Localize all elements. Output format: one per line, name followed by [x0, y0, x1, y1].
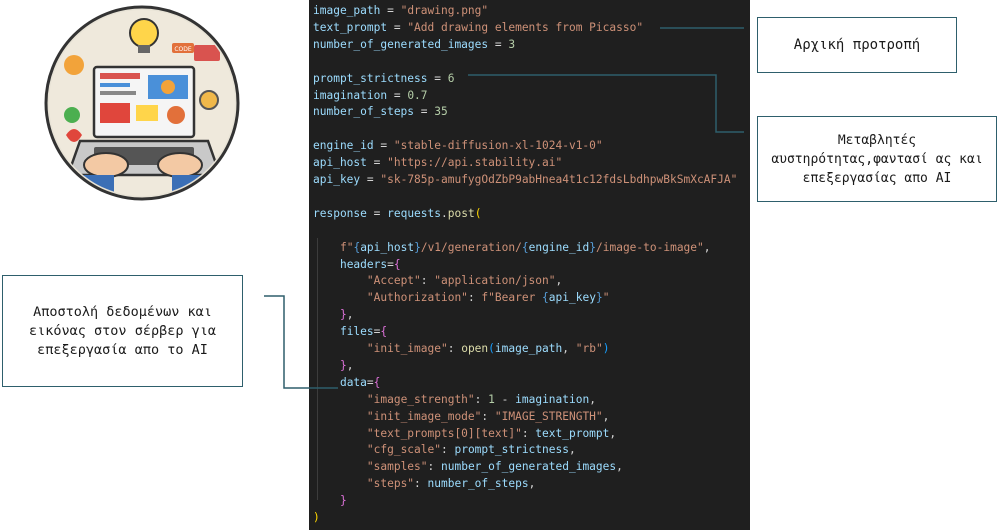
annotation-initial-prompt: Αρχική προτροπή	[757, 17, 957, 73]
annotation-initial-prompt-text: Αρχική προτροπή	[793, 37, 921, 53]
annotation-variables: Μεταβλητές αυστηρότητας,φαντασί ας και ε…	[757, 116, 997, 202]
connector-send-data	[264, 295, 338, 389]
annotation-send-data-text: Αποστολή δεδομένων και εικόνας στον σέρβ…	[29, 303, 216, 358]
annotation-send-data: Αποστολή δεδομένων και εικόνας στον σέρβ…	[2, 275, 243, 387]
connector-variables	[468, 74, 744, 133]
annotation-variables-text: Μεταβλητές αυστηρότητας,φαντασί ας και ε…	[771, 132, 983, 186]
connector-lines	[264, 27, 744, 389]
